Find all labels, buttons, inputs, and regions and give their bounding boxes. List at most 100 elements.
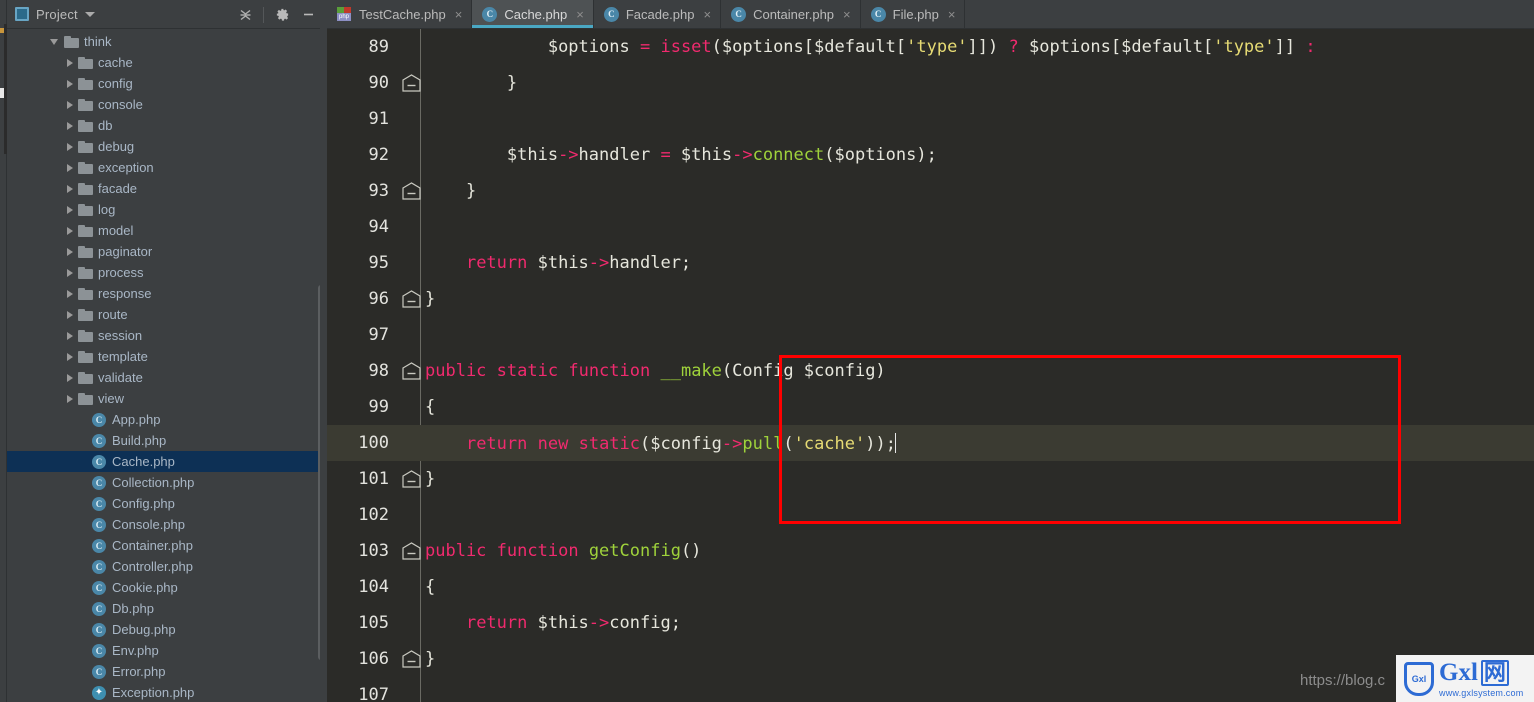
fold-gutter-cell[interactable] <box>393 209 423 245</box>
collapse-all-icon[interactable] <box>232 2 258 28</box>
code-line-93[interactable]: 93 } <box>327 173 1534 209</box>
editor-tab-facade-php[interactable]: C Facade.php × <box>594 0 722 28</box>
tree-item-think[interactable]: think <box>7 31 327 52</box>
chevron-right-icon[interactable] <box>63 308 76 321</box>
code-text[interactable]: } <box>423 649 1534 669</box>
tree-item-paginator[interactable]: paginator <box>7 241 327 262</box>
code-line-90[interactable]: 90 } <box>327 65 1534 101</box>
tree-item-view[interactable]: view <box>7 388 327 409</box>
chevron-right-icon[interactable] <box>63 77 76 90</box>
fold-gutter-cell[interactable] <box>393 497 423 533</box>
code-text[interactable]: $options = isset($options[$default['type… <box>423 37 1534 57</box>
tree-item-exception[interactable]: exception <box>7 157 327 178</box>
code-line-92[interactable]: 92 $this->handler = $this->connect($opti… <box>327 137 1534 173</box>
tree-item-validate[interactable]: validate <box>7 367 327 388</box>
chevron-right-icon[interactable] <box>63 119 76 132</box>
fold-collapse-icon[interactable] <box>402 182 421 200</box>
fold-collapse-icon[interactable] <box>402 542 421 560</box>
fold-gutter-cell[interactable] <box>393 281 423 317</box>
code-text[interactable]: return $this->config; <box>423 613 1534 633</box>
minimize-icon[interactable] <box>295 2 321 28</box>
code-line-95[interactable]: 95 return $this->handler; <box>327 245 1534 281</box>
gear-icon[interactable] <box>269 2 295 28</box>
tree-item-build-php[interactable]: C Build.php <box>7 430 327 451</box>
tab-close-icon[interactable]: × <box>948 7 956 22</box>
chevron-right-icon[interactable] <box>63 56 76 69</box>
code-text[interactable]: { <box>423 397 1534 417</box>
panel-divider[interactable] <box>320 0 327 702</box>
chevron-down-icon[interactable] <box>49 35 62 48</box>
fold-gutter-cell[interactable] <box>393 245 423 281</box>
fold-gutter-cell[interactable] <box>393 389 423 425</box>
project-file-tree[interactable]: think cache config console db debug exception f… <box>7 29 327 702</box>
fold-gutter-cell[interactable] <box>393 641 423 677</box>
tree-item-cookie-php[interactable]: C Cookie.php <box>7 577 327 598</box>
tree-item-error-php[interactable]: C Error.php <box>7 661 327 682</box>
chevron-right-icon[interactable] <box>63 98 76 111</box>
fold-collapse-icon[interactable] <box>402 74 421 92</box>
code-line-91[interactable]: 91 <box>327 101 1534 137</box>
tree-item-exception-php[interactable]: ✦ Exception.php <box>7 682 327 702</box>
chevron-right-icon[interactable] <box>63 161 76 174</box>
fold-gutter-cell[interactable] <box>393 65 423 101</box>
code-text[interactable]: } <box>423 469 1534 489</box>
fold-gutter-cell[interactable] <box>393 353 423 389</box>
editor-tab-file-php[interactable]: C File.php × <box>861 0 966 28</box>
tab-close-icon[interactable]: × <box>843 7 851 22</box>
fold-gutter-cell[interactable] <box>393 533 423 569</box>
code-line-105[interactable]: 105 return $this->config; <box>327 605 1534 641</box>
fold-gutter-cell[interactable] <box>393 605 423 641</box>
fold-gutter-cell[interactable] <box>393 29 423 65</box>
code-viewport[interactable]: 89 $options = isset($options[$default['t… <box>327 29 1534 702</box>
chevron-down-icon[interactable] <box>84 11 95 17</box>
chevron-right-icon[interactable] <box>63 371 76 384</box>
tree-item-route[interactable]: route <box>7 304 327 325</box>
code-text[interactable]: } <box>423 289 1534 309</box>
chevron-right-icon[interactable] <box>63 329 76 342</box>
fold-collapse-icon[interactable] <box>402 290 421 308</box>
tree-item-log[interactable]: log <box>7 199 327 220</box>
code-text[interactable]: } <box>423 73 1534 93</box>
code-text[interactable]: public function getConfig() <box>423 541 1534 561</box>
editor-tab-container-php[interactable]: C Container.php × <box>721 0 861 28</box>
tree-item-console-php[interactable]: C Console.php <box>7 514 327 535</box>
tree-item-container-php[interactable]: C Container.php <box>7 535 327 556</box>
code-text[interactable]: $this->handler = $this->connect($options… <box>423 145 1534 165</box>
fold-collapse-icon[interactable] <box>402 362 421 380</box>
chevron-right-icon[interactable] <box>63 140 76 153</box>
tree-item-cache[interactable]: cache <box>7 52 327 73</box>
tree-item-template[interactable]: template <box>7 346 327 367</box>
code-line-96[interactable]: 96} <box>327 281 1534 317</box>
fold-gutter-cell[interactable] <box>393 101 423 137</box>
tree-item-cache-php[interactable]: C Cache.php <box>7 451 327 472</box>
chevron-right-icon[interactable] <box>63 287 76 300</box>
code-text[interactable]: } <box>423 181 1534 201</box>
tab-close-icon[interactable]: × <box>455 7 463 22</box>
code-text[interactable]: return new static($config->pull('cache')… <box>423 432 1534 454</box>
code-lines[interactable]: 89 $options = isset($options[$default['t… <box>327 29 1534 702</box>
code-line-102[interactable]: 102 <box>327 497 1534 533</box>
fold-gutter-cell[interactable] <box>393 173 423 209</box>
code-line-99[interactable]: 99 { <box>327 389 1534 425</box>
tree-item-response[interactable]: response <box>7 283 327 304</box>
editor-tab-cache-php[interactable]: C Cache.php × <box>472 0 594 28</box>
tree-item-debug[interactable]: debug <box>7 136 327 157</box>
tree-item-console[interactable]: console <box>7 94 327 115</box>
chevron-right-icon[interactable] <box>63 245 76 258</box>
chevron-right-icon[interactable] <box>63 224 76 237</box>
code-line-89[interactable]: 89 $options = isset($options[$default['t… <box>327 29 1534 65</box>
fold-gutter-cell[interactable] <box>393 677 423 702</box>
fold-gutter-cell[interactable] <box>393 317 423 353</box>
tree-item-collection-php[interactable]: C Collection.php <box>7 472 327 493</box>
tab-close-icon[interactable]: × <box>576 7 584 22</box>
code-text[interactable]: public static function __make(Config $co… <box>423 361 1534 381</box>
tree-item-process[interactable]: process <box>7 262 327 283</box>
fold-collapse-icon[interactable] <box>402 470 421 488</box>
code-line-103[interactable]: 103 public function getConfig() <box>327 533 1534 569</box>
code-line-98[interactable]: 98 public static function __make(Config $… <box>327 353 1534 389</box>
chevron-right-icon[interactable] <box>63 392 76 405</box>
editor-tab-testcache-php[interactable]: php TestCache.php × <box>327 0 473 28</box>
tree-item-config-php[interactable]: C Config.php <box>7 493 327 514</box>
tree-item-env-php[interactable]: C Env.php <box>7 640 327 661</box>
tree-item-debug-php[interactable]: C Debug.php <box>7 619 327 640</box>
